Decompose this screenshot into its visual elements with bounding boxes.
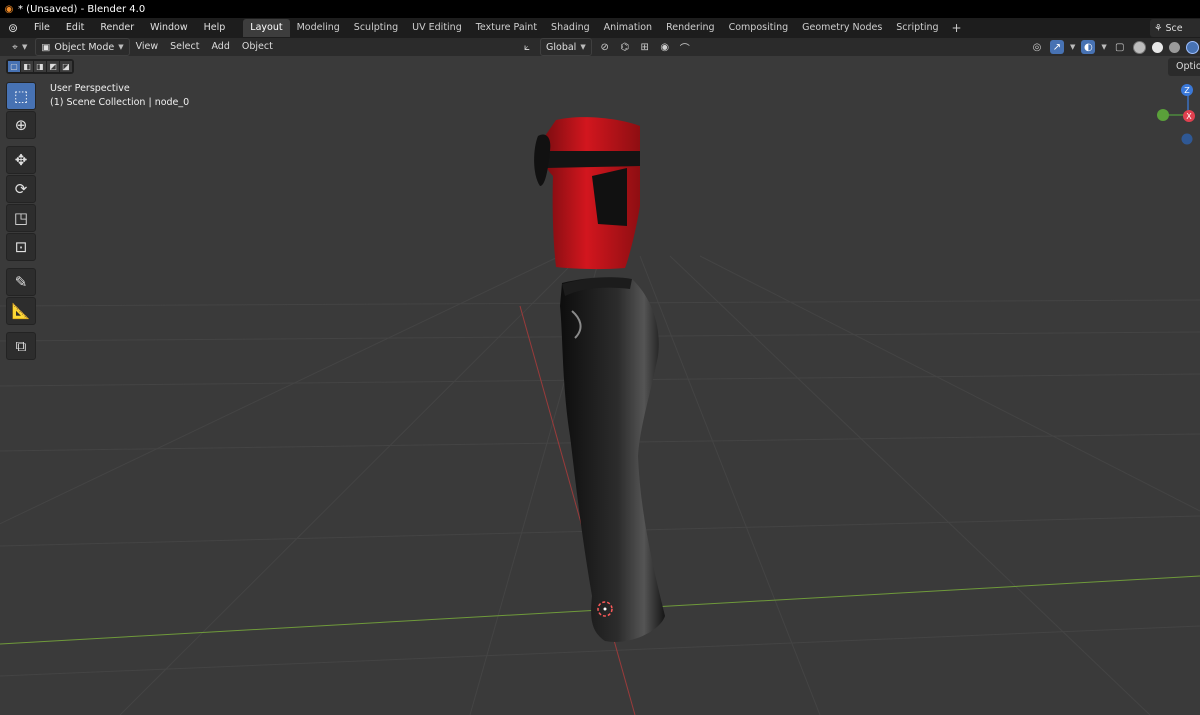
- tab-shading[interactable]: Shading: [544, 19, 597, 37]
- tab-geometry-nodes[interactable]: Geometry Nodes: [795, 19, 889, 37]
- gizmo-z-label: Z: [1184, 86, 1190, 95]
- select-box-tool[interactable]: ⬚: [6, 82, 36, 110]
- add-workspace-button[interactable]: +: [946, 21, 968, 35]
- tab-animation[interactable]: Animation: [597, 19, 659, 37]
- overlay-toggle-icon[interactable]: ◐: [1081, 40, 1096, 54]
- move-tool[interactable]: ✥: [6, 146, 36, 174]
- garment-top: [534, 117, 640, 270]
- viewport-display-settings: ◎ ↗ ▼ ◐ ▼ ▢: [1030, 38, 1199, 56]
- tab-scripting[interactable]: Scripting: [889, 19, 945, 37]
- select-new-icon[interactable]: ▢: [8, 61, 20, 72]
- add-cube-icon: ⧉: [15, 337, 27, 355]
- blender-logo-icon: ◉: [4, 3, 14, 15]
- rendered-shading-icon[interactable]: [1185, 40, 1199, 54]
- rotate-icon: ⟳: [14, 180, 28, 198]
- tab-compositing[interactable]: Compositing: [722, 19, 796, 37]
- title-bar: ◉ * (Unsaved) - Blender 4.0: [0, 0, 1200, 18]
- material-shading-icon[interactable]: [1168, 41, 1180, 53]
- scale-icon: ◳: [13, 209, 29, 227]
- snap-icon[interactable]: ⌬: [618, 40, 632, 54]
- pencil-icon: ✎: [14, 273, 28, 291]
- orientation-dropdown[interactable]: Global ▼: [540, 38, 592, 56]
- menu-window[interactable]: Window: [142, 18, 195, 38]
- add-cube-tool[interactable]: ⧉: [6, 332, 36, 360]
- gizmo-neg-z-axis[interactable]: [1181, 133, 1193, 145]
- orientation-label: Global: [546, 41, 577, 53]
- workspace-tabs: Layout Modeling Sculpting UV Editing Tex…: [243, 19, 967, 37]
- rotate-tool[interactable]: ⟳: [6, 175, 36, 203]
- select-extend-icon[interactable]: ◧: [21, 61, 33, 72]
- ruler-icon: 📐: [11, 302, 31, 320]
- selection-mode-row: ▢ ◧ ◨ ◩ ◪: [6, 59, 74, 74]
- editor-type-icon[interactable]: ⌖: [8, 40, 22, 54]
- window-title: * (Unsaved) - Blender 4.0: [18, 3, 146, 15]
- transform-icon: ⊡: [14, 238, 28, 256]
- menu-file[interactable]: File: [26, 18, 58, 38]
- wireframe-shading-icon[interactable]: [1132, 40, 1146, 54]
- navigation-gizmo[interactable]: Z X: [1150, 80, 1200, 150]
- 3d-viewport[interactable]: [0, 56, 1200, 715]
- transform-settings: ⟀ Global ▼ ⊘ ⌬ ⊞ ◉ ⌒: [520, 38, 692, 56]
- collection-label: (1) Scene Collection | node_0: [50, 97, 190, 108]
- measure-tool[interactable]: 📐: [6, 297, 36, 325]
- chevron-down-icon: ▼: [118, 43, 124, 51]
- tab-layout[interactable]: Layout: [243, 19, 290, 37]
- menu-view[interactable]: View: [130, 38, 165, 56]
- transform-tool[interactable]: ⊡: [6, 233, 36, 261]
- menu-select[interactable]: Select: [164, 38, 205, 56]
- solid-shading-icon[interactable]: [1151, 41, 1163, 53]
- tab-uv-editing[interactable]: UV Editing: [405, 19, 469, 37]
- select-cursor-icon: ⬚: [13, 87, 29, 105]
- select-invert-icon[interactable]: ◩: [47, 61, 59, 72]
- tool-shelf: ⬚ ⊕ ✥ ⟳ ◳ ⊡ ✎ 📐 ⧉: [6, 82, 36, 361]
- select-intersect-icon[interactable]: ◪: [60, 61, 72, 72]
- scene-selector[interactable]: ⚘ Sce: [1150, 19, 1200, 37]
- menu-add[interactable]: Add: [205, 38, 235, 56]
- scale-tool[interactable]: ◳: [6, 204, 36, 232]
- orientation-icon: ⟀: [524, 41, 530, 53]
- tab-sculpting[interactable]: Sculpting: [347, 19, 405, 37]
- xray-icon[interactable]: ▢: [1113, 40, 1127, 54]
- cursor-tool[interactable]: ⊕: [6, 111, 36, 139]
- visibility-icon[interactable]: ◎: [1030, 40, 1044, 54]
- tab-texture-paint[interactable]: Texture Paint: [469, 19, 544, 37]
- scene-label: Sce: [1165, 22, 1183, 34]
- menu-help[interactable]: Help: [196, 18, 234, 38]
- pivot-icon[interactable]: ⊘: [598, 40, 612, 54]
- gizmo-toggle-icon[interactable]: ↗: [1050, 40, 1064, 54]
- menu-render[interactable]: Render: [92, 18, 142, 38]
- mode-dropdown[interactable]: ▣ Object Mode ▼: [35, 38, 130, 56]
- falloff-icon[interactable]: ⌒: [678, 40, 692, 55]
- gizmo-x-label: X: [1186, 112, 1192, 121]
- editor-type-chevron-icon[interactable]: ▼: [22, 43, 27, 51]
- garment-pants: [560, 277, 665, 642]
- snap-target-icon[interactable]: ⊞: [638, 40, 652, 54]
- proportional-edit-icon[interactable]: ◉: [658, 40, 672, 54]
- mode-label: Object Mode: [54, 41, 115, 53]
- gizmo-chevron-icon[interactable]: ▼: [1070, 43, 1075, 51]
- tab-rendering[interactable]: Rendering: [659, 19, 722, 37]
- scene-icon: ⚘: [1154, 22, 1163, 34]
- viewport-header: ⌖ ▼ ▣ Object Mode ▼ View Select Add Obje…: [0, 38, 1200, 56]
- tab-modeling[interactable]: Modeling: [290, 19, 347, 37]
- blender-menu-icon[interactable]: ⊚: [0, 21, 26, 35]
- top-menu-bar: ⊚ File Edit Render Window Help Layout Mo…: [0, 18, 1200, 38]
- overlay-chevron-icon[interactable]: ▼: [1101, 43, 1106, 51]
- select-subtract-icon[interactable]: ◨: [34, 61, 46, 72]
- options-button[interactable]: Option: [1168, 58, 1200, 76]
- chevron-down-icon: ▼: [580, 43, 586, 51]
- view-perspective-label: User Perspective: [50, 83, 130, 94]
- move-icon: ✥: [14, 151, 28, 169]
- object-mode-icon: ▣: [41, 41, 51, 53]
- menu-object[interactable]: Object: [236, 38, 279, 56]
- gizmo-y-axis[interactable]: [1157, 109, 1169, 121]
- annotate-tool[interactable]: ✎: [6, 268, 36, 296]
- menu-edit[interactable]: Edit: [58, 18, 92, 38]
- cursor-icon: ⊕: [14, 116, 28, 134]
